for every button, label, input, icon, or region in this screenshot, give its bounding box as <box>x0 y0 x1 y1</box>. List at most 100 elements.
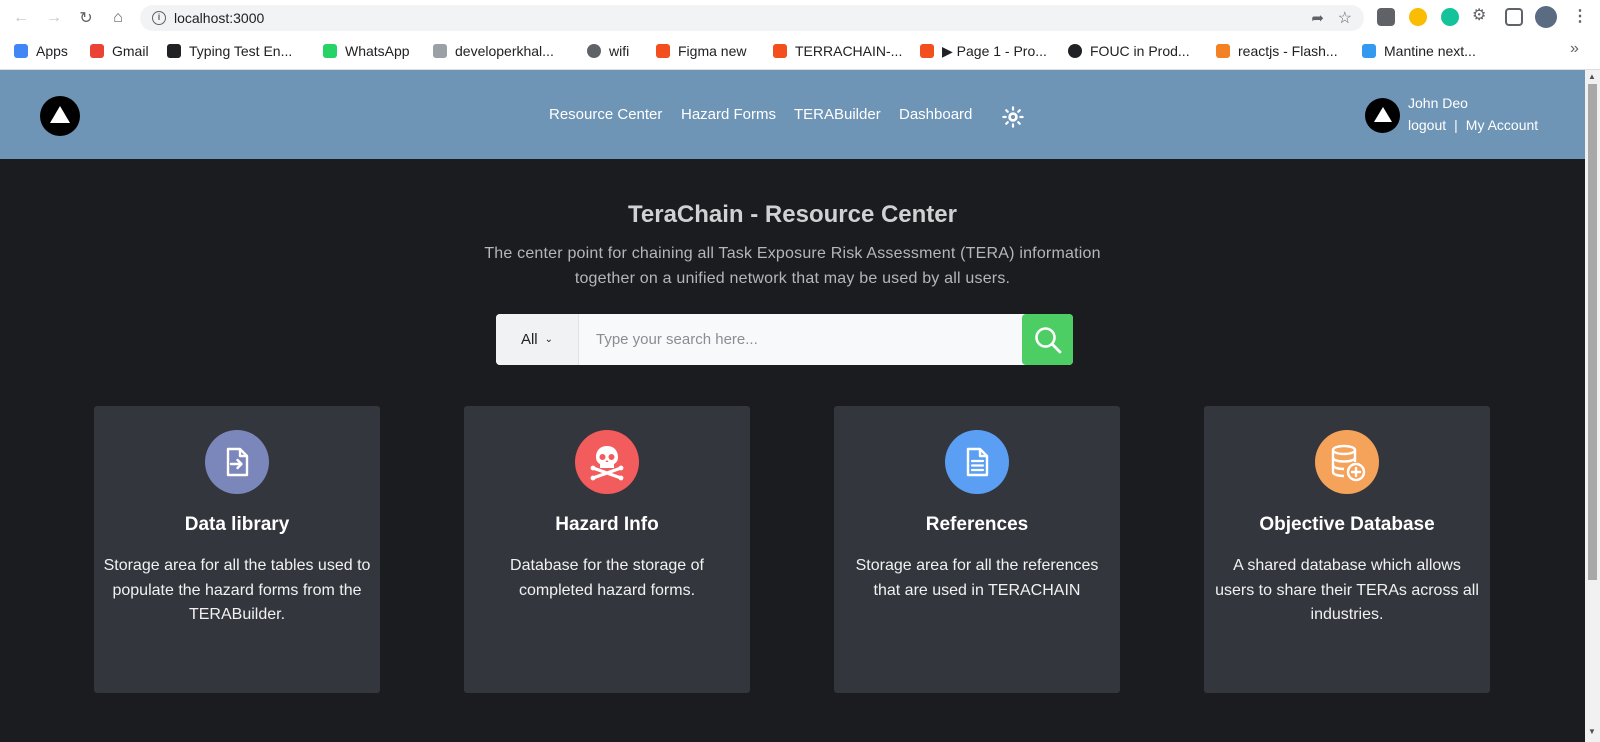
search-input[interactable] <box>580 314 1023 365</box>
card-hazard-info[interactable]: Hazard Info Database for the storage of … <box>464 406 750 693</box>
search-button[interactable] <box>1022 314 1073 365</box>
bookmark-label: wifi <box>609 43 630 59</box>
app-header: Resource Center Hazard Forms TERABuilder… <box>0 70 1585 159</box>
bookmark-label: Figma new <box>678 43 747 59</box>
page-scrollbar[interactable]: ▲ ▼ <box>1585 70 1600 742</box>
browser-toolbar: ← → ↻ ⌂ i localhost:3000 ➦ ☆ ⚙ ⋮ <box>0 0 1600 36</box>
bookmarks-overflow-icon[interactable]: » <box>1570 40 1579 58</box>
figma-icon <box>773 44 787 58</box>
document-text-icon <box>945 430 1009 494</box>
profile-avatar[interactable] <box>1535 6 1557 28</box>
scroll-down-arrow-icon[interactable]: ▼ <box>1588 727 1596 736</box>
bookmark-item[interactable]: Typing Test En... <box>167 40 292 62</box>
share-icon[interactable]: ➦ <box>1311 9 1324 27</box>
extension-icon[interactable] <box>1377 8 1395 26</box>
address-url[interactable]: localhost:3000 <box>174 10 264 26</box>
forward-icon[interactable]: → <box>43 7 65 29</box>
bookmark-item[interactable]: wifi <box>587 40 629 62</box>
card-title: Hazard Info <box>555 514 659 535</box>
bookmark-label: ▶ Page 1 - Pro... <box>942 42 1047 59</box>
browser-chrome: ← → ↻ ⌂ i localhost:3000 ➦ ☆ ⚙ ⋮ Apps Gma… <box>0 0 1600 70</box>
github-icon <box>1068 44 1082 58</box>
bookmark-item[interactable]: Gmail <box>90 40 149 62</box>
figma-icon <box>920 44 934 58</box>
bookmark-item[interactable]: Mantine next... <box>1362 40 1476 62</box>
bookmark-item[interactable]: Apps <box>14 40 68 62</box>
user-avatar[interactable] <box>1365 98 1400 133</box>
bookmark-label: Mantine next... <box>1384 43 1476 59</box>
my-account-link[interactable]: My Account <box>1466 117 1538 133</box>
home-icon[interactable]: ⌂ <box>107 7 129 29</box>
figma-icon <box>656 44 670 58</box>
logo-triangle-icon <box>50 106 70 123</box>
nav-terabuilder[interactable]: TERABuilder <box>794 106 881 123</box>
search-icon <box>1034 326 1061 353</box>
typing-test-icon <box>167 44 181 58</box>
nav-resource-center[interactable]: Resource Center <box>549 106 662 123</box>
back-icon[interactable]: ← <box>10 7 32 29</box>
scroll-up-arrow-icon[interactable]: ▲ <box>1588 72 1596 81</box>
card-description: Storage area for all the tables used to … <box>103 557 371 623</box>
address-bar[interactable]: i localhost:3000 ➦ ☆ <box>140 5 1364 31</box>
card-description: Database for the storage of completed ha… <box>510 557 704 599</box>
extension-icon[interactable] <box>1441 8 1459 26</box>
mantine-icon <box>1362 44 1376 58</box>
skull-crossbones-icon <box>575 430 639 494</box>
globe-icon <box>587 44 601 58</box>
dev-icon <box>433 44 447 58</box>
logout-link[interactable]: logout <box>1408 117 1446 133</box>
extensions-puzzle-icon[interactable]: ⚙ <box>1472 5 1490 24</box>
database-plus-icon <box>1315 430 1379 494</box>
card-title: Data library <box>184 514 290 535</box>
browser-menu-icon[interactable]: ⋮ <box>1572 6 1588 26</box>
page-subtitle: The center point for chaining all Task E… <box>484 245 1101 287</box>
main-content: TeraChain - Resource Center The center p… <box>0 159 1585 742</box>
scroll-thumb[interactable] <box>1588 84 1597 580</box>
card-title: Objective Database <box>1259 514 1435 535</box>
search-category-select[interactable]: All ⌄ <box>496 314 579 365</box>
chevron-down-icon: ⌄ <box>544 334 554 345</box>
card-objective-database[interactable]: Objective Database A shared database whi… <box>1204 406 1490 693</box>
page-title: TeraChain - Resource Center <box>628 201 957 228</box>
search-category-value: All <box>520 331 538 348</box>
bookmark-item[interactable]: Figma new <box>656 40 746 62</box>
bookmark-item[interactable]: FOUC in Prod... <box>1068 40 1190 62</box>
file-import-icon <box>205 430 269 494</box>
card-description: A shared database which allows users to … <box>1215 557 1479 623</box>
search-bar: All ⌄ <box>496 314 1073 365</box>
bookmark-label: reactjs - Flash... <box>1238 43 1338 59</box>
side-panel-icon[interactable] <box>1505 8 1523 26</box>
bookmarks-bar: Apps Gmail Typing Test En... WhatsApp develo… <box>0 38 1600 64</box>
bookmark-label: TERRACHAIN-... <box>795 43 903 59</box>
card-title: References <box>925 514 1029 535</box>
bookmark-item[interactable]: TERRACHAIN-... <box>773 40 902 62</box>
bookmark-star-icon[interactable]: ☆ <box>1338 8 1352 28</box>
extension-icon[interactable] <box>1409 8 1427 26</box>
stackoverflow-icon <box>1216 44 1230 58</box>
bookmark-item[interactable]: reactjs - Flash... <box>1216 40 1338 62</box>
reload-icon[interactable]: ↻ <box>75 7 97 29</box>
logo[interactable] <box>40 96 80 136</box>
apps-grid-icon <box>14 44 28 58</box>
card-data-library[interactable]: Data library Storage area for all the ta… <box>94 406 380 693</box>
link-separator: | <box>1454 117 1458 133</box>
card-description: Storage area for all the references that… <box>855 557 1099 599</box>
card-references[interactable]: References Storage area for all the refe… <box>834 406 1120 693</box>
bookmark-label: Gmail <box>112 43 149 59</box>
theme-toggle-sun-icon[interactable] <box>1002 106 1024 128</box>
gmail-icon <box>90 44 104 58</box>
nav-hazard-forms[interactable]: Hazard Forms <box>681 106 776 123</box>
nav-dashboard[interactable]: Dashboard <box>899 106 972 123</box>
avatar-triangle-icon <box>1373 106 1392 122</box>
bookmark-label: FOUC in Prod... <box>1090 43 1190 59</box>
bookmark-label: Typing Test En... <box>189 43 293 59</box>
user-links: logout | My Account <box>1408 117 1538 133</box>
bookmark-label: Apps <box>36 43 68 59</box>
bookmark-item[interactable]: developerkhal... <box>433 40 554 62</box>
user-name: John Deo <box>1408 95 1468 111</box>
bookmark-item[interactable]: WhatsApp <box>323 40 410 62</box>
whatsapp-icon <box>323 44 337 58</box>
bookmark-item[interactable]: ▶ Page 1 - Pro... <box>920 40 1047 62</box>
bookmark-label: WhatsApp <box>345 43 410 59</box>
site-info-icon[interactable]: i <box>152 11 166 25</box>
